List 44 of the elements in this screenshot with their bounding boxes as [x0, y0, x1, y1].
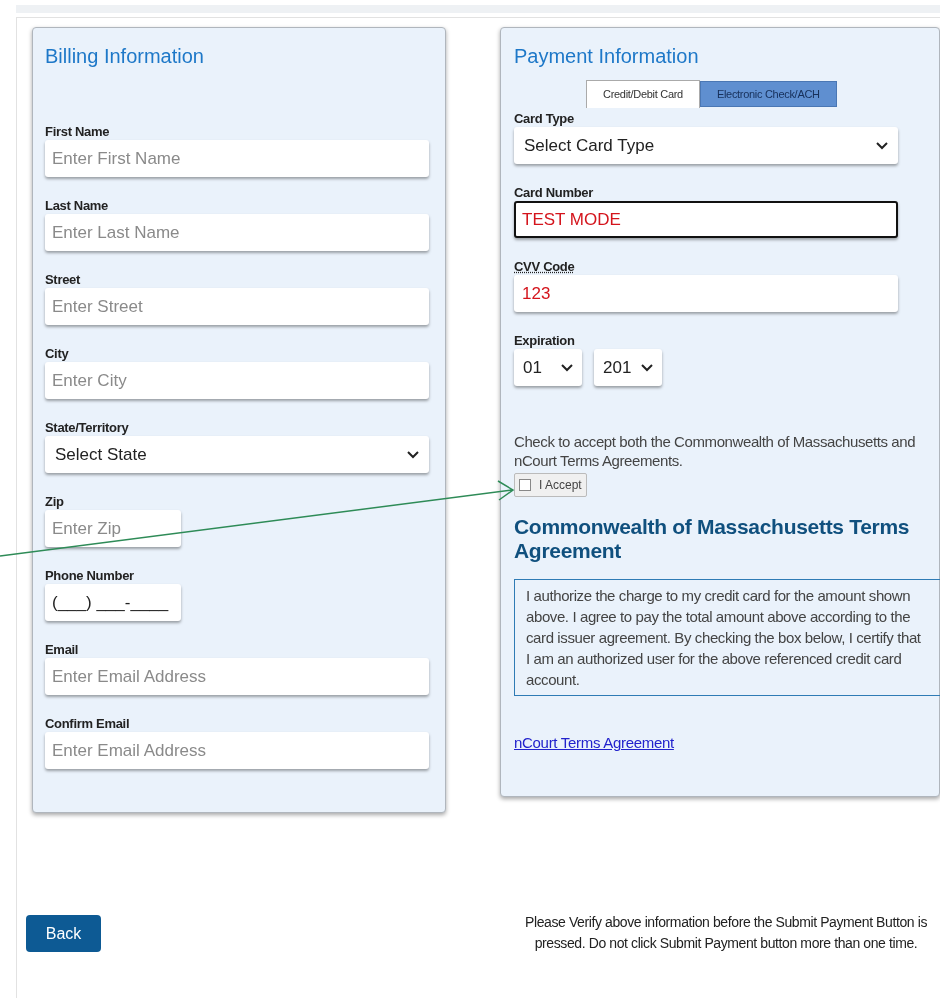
state-select[interactable]: Select State	[45, 436, 429, 473]
field-label: Email	[45, 642, 80, 658]
back-button[interactable]: Back	[26, 915, 101, 952]
checkbox-label: I Accept	[539, 477, 582, 494]
field-label: Phone Number	[45, 568, 135, 584]
field-label: Expiration	[514, 333, 576, 349]
terms-link[interactable]: nCourt Terms Agreement	[514, 732, 674, 755]
field-label: City	[45, 346, 70, 362]
field-label: Card Number	[514, 185, 594, 201]
input-field[interactable]: 123	[514, 275, 898, 312]
input-field[interactable]: Enter City	[45, 362, 429, 399]
panel-title: Payment Information	[514, 44, 700, 68]
payment-tab[interactable]: Electronic Check/ACH	[699, 81, 837, 107]
chevron-down-icon	[407, 450, 419, 459]
input-field[interactable]: Enter First Name	[45, 140, 429, 177]
checkbox[interactable]	[519, 479, 531, 491]
card-type-select[interactable]: Select Card Type	[514, 127, 898, 164]
input-field[interactable]: TEST MODE	[514, 201, 898, 238]
chevron-down-icon	[561, 363, 573, 372]
payment-tab[interactable]: Credit/Debit Card	[586, 80, 700, 108]
input-field[interactable]: Enter Email Address	[45, 732, 429, 769]
submit-notice: Please Verify above information before the Submit Payment Button is pressed. Do not click Submit Payment button more than one time.	[524, 913, 928, 953]
input-field[interactable]: Enter Street	[45, 288, 429, 325]
field-label: Last Name	[45, 198, 110, 214]
field-label: Street	[45, 272, 82, 288]
month-select[interactable]: 01	[514, 349, 582, 386]
terms-text: I authorize the charge to my credit card for the amount shown above. I agree to pay the total amount above according to the card issuer agreement. By checking the box below, I certify that I am an authorized user for the above referenced credit card account.	[526, 586, 922, 690]
input-field[interactable]: Enter Zip	[45, 510, 181, 547]
chevron-down-icon	[876, 141, 888, 150]
panel-title: Billing Information	[45, 44, 205, 68]
input-field[interactable]: Enter Last Name	[45, 214, 429, 251]
field-label: CVV Code	[514, 259, 575, 275]
field-label: State/Territory	[45, 420, 130, 436]
accept-checkbox[interactable]: I Accept	[514, 473, 587, 497]
terms-title: Commonwealth of Massachusetts Terms Agreement	[514, 515, 911, 563]
field-label: Confirm Email	[45, 716, 131, 732]
input-field[interactable]: (___) ___-____	[45, 584, 181, 621]
field-label: First Name	[45, 124, 111, 140]
field-label: Zip	[45, 494, 65, 510]
year-select[interactable]: 201	[594, 349, 662, 386]
consent-text: Check to accept both the Commonwealth of Massachusetts and nCourt Terms Agreements.	[514, 432, 917, 470]
field-label: Card Type	[514, 111, 574, 127]
input-field[interactable]: Enter Email Address	[45, 658, 429, 695]
chevron-down-icon	[641, 363, 653, 372]
